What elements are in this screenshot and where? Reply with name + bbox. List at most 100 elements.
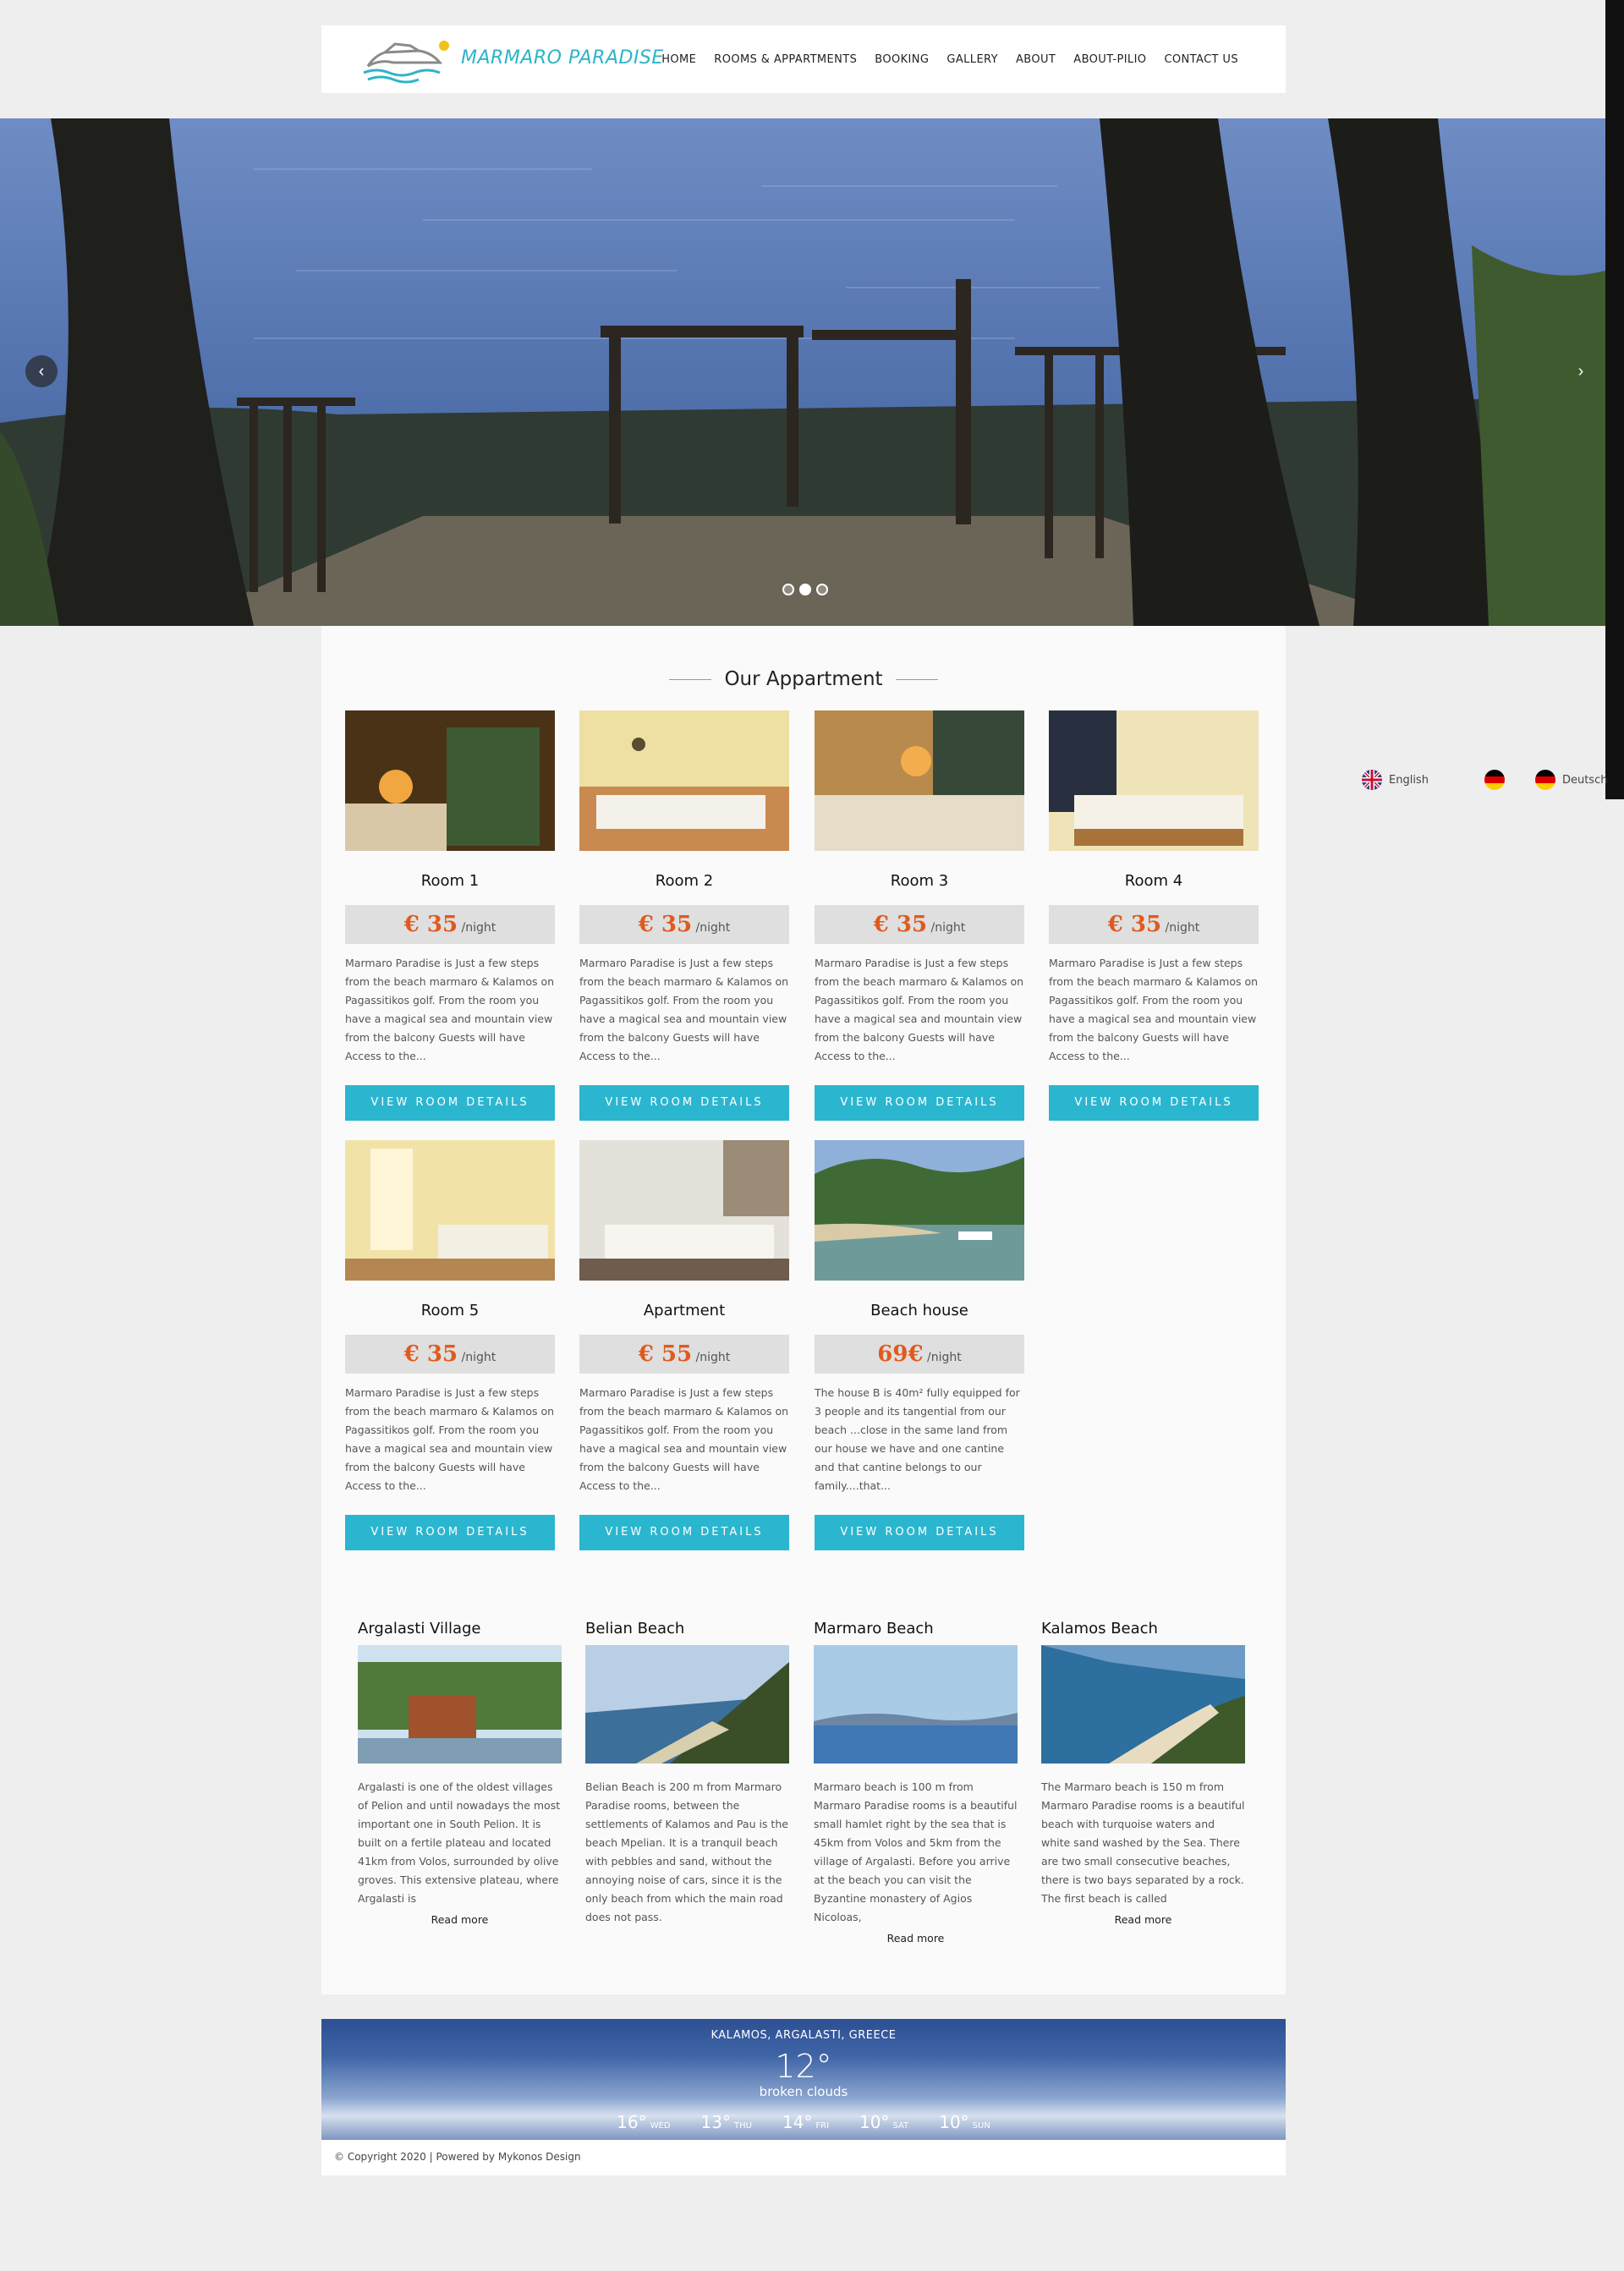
price-unit: /night xyxy=(695,1351,731,1364)
view-room-details-button[interactable]: VIEW ROOM DETAILS xyxy=(579,1085,789,1121)
room-image[interactable] xyxy=(1049,710,1259,851)
view-room-details-button[interactable]: VIEW ROOM DETAILS xyxy=(345,1515,555,1550)
forecast-temp: 14° xyxy=(782,2112,813,2132)
place-image[interactable] xyxy=(814,1645,1018,1764)
price-amount: € 35 xyxy=(403,912,458,937)
place-image[interactable] xyxy=(358,1645,562,1764)
forecast-day: 13° THU xyxy=(701,2112,752,2132)
room-description: Marmaro Paradise is Just a few steps fro… xyxy=(579,957,789,1062)
room-price: € 35 /night xyxy=(579,905,789,944)
forecast-weekday: FRI xyxy=(815,2121,830,2131)
title-divider-right xyxy=(895,679,938,680)
uk-flag-icon[interactable] xyxy=(1362,770,1382,790)
hero-slider: ‹ › xyxy=(0,118,1605,626)
place-card: Belian Beach Belian Beach is 200 m from … xyxy=(585,1620,789,1927)
room-card: Room 1 € 35 /night Marmaro Paradise is J… xyxy=(345,710,555,1121)
read-more-link[interactable]: Read more xyxy=(814,1932,1018,1945)
slider-prev-button[interactable]: ‹ xyxy=(25,355,58,387)
place-card: Kalamos Beach The Marmaro beach is 150 m… xyxy=(1041,1620,1245,1926)
chevron-left-icon: ‹ xyxy=(38,361,45,381)
price-amount: 69€ xyxy=(877,1341,924,1367)
forecast-weekday: SUN xyxy=(972,2121,990,2131)
price-unit: /night xyxy=(927,1351,962,1364)
weather-location: KALAMOS, ARGALASTI, GREECE xyxy=(710,2029,897,2042)
place-description: Marmaro beach is 100 m from Marmaro Para… xyxy=(814,1780,1018,1923)
nav-rooms[interactable]: ROOMS & APPARTMENTS xyxy=(714,53,857,66)
nav-about[interactable]: ABOUT xyxy=(1016,53,1056,66)
room-price: € 35 /night xyxy=(345,1335,555,1374)
slider-dots xyxy=(782,584,828,595)
slider-dot-2[interactable] xyxy=(799,584,811,595)
main-nav: HOME ROOMS & APPARTMENTS BOOKING GALLERY… xyxy=(661,25,1238,93)
logo-boat-icon xyxy=(363,41,449,84)
view-room-details-button[interactable]: VIEW ROOM DETAILS xyxy=(579,1515,789,1550)
place-title: Belian Beach xyxy=(585,1620,685,1637)
place-image[interactable] xyxy=(1041,1645,1245,1764)
view-room-details-button[interactable]: VIEW ROOM DETAILS xyxy=(345,1085,555,1121)
nav-booking[interactable]: BOOKING xyxy=(875,53,929,66)
room-image[interactable] xyxy=(579,1140,789,1281)
language-deutsch[interactable]: Deutsch xyxy=(1562,774,1608,787)
room-name: Apartment xyxy=(643,1302,726,1319)
price-unit: /night xyxy=(461,921,497,935)
price-unit: /night xyxy=(695,921,731,935)
slider-dot-3[interactable] xyxy=(816,584,828,595)
hero-image xyxy=(0,118,1605,626)
german-flag-icon[interactable] xyxy=(1534,770,1555,790)
logo[interactable]: MARMARO PARADISE xyxy=(359,34,663,85)
site-footer: © Copyright 2020 | Powered by Mykonos De… xyxy=(321,2140,1286,2175)
price-unit: /night xyxy=(1165,921,1200,935)
forecast-temp: 16° xyxy=(617,2112,647,2132)
nav-contact[interactable]: CONTACT US xyxy=(1164,53,1238,66)
price-amount: € 35 xyxy=(403,1341,458,1367)
room-name: Room 3 xyxy=(890,872,949,890)
forecast-day: 10° SUN xyxy=(939,2112,990,2132)
room-name: Room 1 xyxy=(420,872,480,890)
forecast-weekday: WED xyxy=(650,2121,671,2131)
weather-temperature: 12° xyxy=(775,2048,832,2085)
view-room-details-button[interactable]: VIEW ROOM DETAILS xyxy=(1049,1085,1259,1121)
read-more-link[interactable]: Read more xyxy=(1041,1913,1245,1926)
room-price: € 35 /night xyxy=(345,905,555,944)
nav-gallery[interactable]: GALLERY xyxy=(946,53,998,66)
room-name: Beach house xyxy=(870,1302,968,1319)
place-description: The Marmaro beach is 150 m from Marmaro … xyxy=(1041,1780,1245,1905)
section-title: Our Appartment xyxy=(321,668,1286,690)
place-description: Argalasti is one of the oldest villages … xyxy=(358,1780,561,1905)
room-image[interactable] xyxy=(345,1140,555,1281)
scrollbar[interactable] xyxy=(1605,0,1624,799)
room-card: Room 4 € 35 /night Marmaro Paradise is J… xyxy=(1049,710,1259,1121)
view-room-details-button[interactable]: VIEW ROOM DETAILS xyxy=(815,1085,1024,1121)
room-card: Apartment € 55 /night Marmaro Paradise i… xyxy=(579,1140,789,1550)
forecast-temp: 13° xyxy=(700,2112,731,2132)
price-unit: /night xyxy=(930,921,966,935)
room-name: Room 4 xyxy=(1124,872,1183,890)
room-image[interactable] xyxy=(345,710,555,851)
forecast-day: 10° SAT xyxy=(859,2112,908,2132)
copyright-text: © Copyright 2020 | Powered by Mykonos De… xyxy=(334,2151,581,2163)
language-english[interactable]: English xyxy=(1389,774,1429,787)
price-unit: /night xyxy=(461,1351,497,1364)
room-image[interactable] xyxy=(815,1140,1024,1281)
forecast-day: 16° WED xyxy=(617,2112,670,2132)
view-room-details-button[interactable]: VIEW ROOM DETAILS xyxy=(815,1515,1024,1550)
room-name: Room 2 xyxy=(655,872,714,890)
forecast-weekday: SAT xyxy=(892,2121,909,2131)
room-description: The house B is 40m² fully equipped for 3… xyxy=(815,1386,1020,1492)
room-card: Beach house 69€ /night The house B is 40… xyxy=(815,1140,1024,1550)
place-image[interactable] xyxy=(585,1645,789,1764)
slider-next-button[interactable]: › xyxy=(1565,355,1597,387)
nav-home[interactable]: HOME xyxy=(661,53,696,66)
room-image[interactable] xyxy=(579,710,789,851)
german-flag-icon[interactable] xyxy=(1484,770,1505,790)
nav-about-pilio[interactable]: ABOUT-PILIO xyxy=(1073,53,1146,66)
place-description: Belian Beach is 200 m from Marmaro Parad… xyxy=(585,1780,788,1923)
read-more-link[interactable]: Read more xyxy=(358,1913,562,1926)
room-card: Room 3 € 35 /night Marmaro Paradise is J… xyxy=(815,710,1024,1121)
room-image[interactable] xyxy=(815,710,1024,851)
weather-widget: KALAMOS, ARGALASTI, GREECE 12° broken cl… xyxy=(321,2019,1286,2140)
room-card: Room 2 € 35 /night Marmaro Paradise is J… xyxy=(579,710,789,1121)
room-description: Marmaro Paradise is Just a few steps fro… xyxy=(815,957,1024,1062)
site-header: MARMARO PARADISE HOME ROOMS & APPARTMENT… xyxy=(321,25,1286,93)
slider-dot-1[interactable] xyxy=(782,584,794,595)
